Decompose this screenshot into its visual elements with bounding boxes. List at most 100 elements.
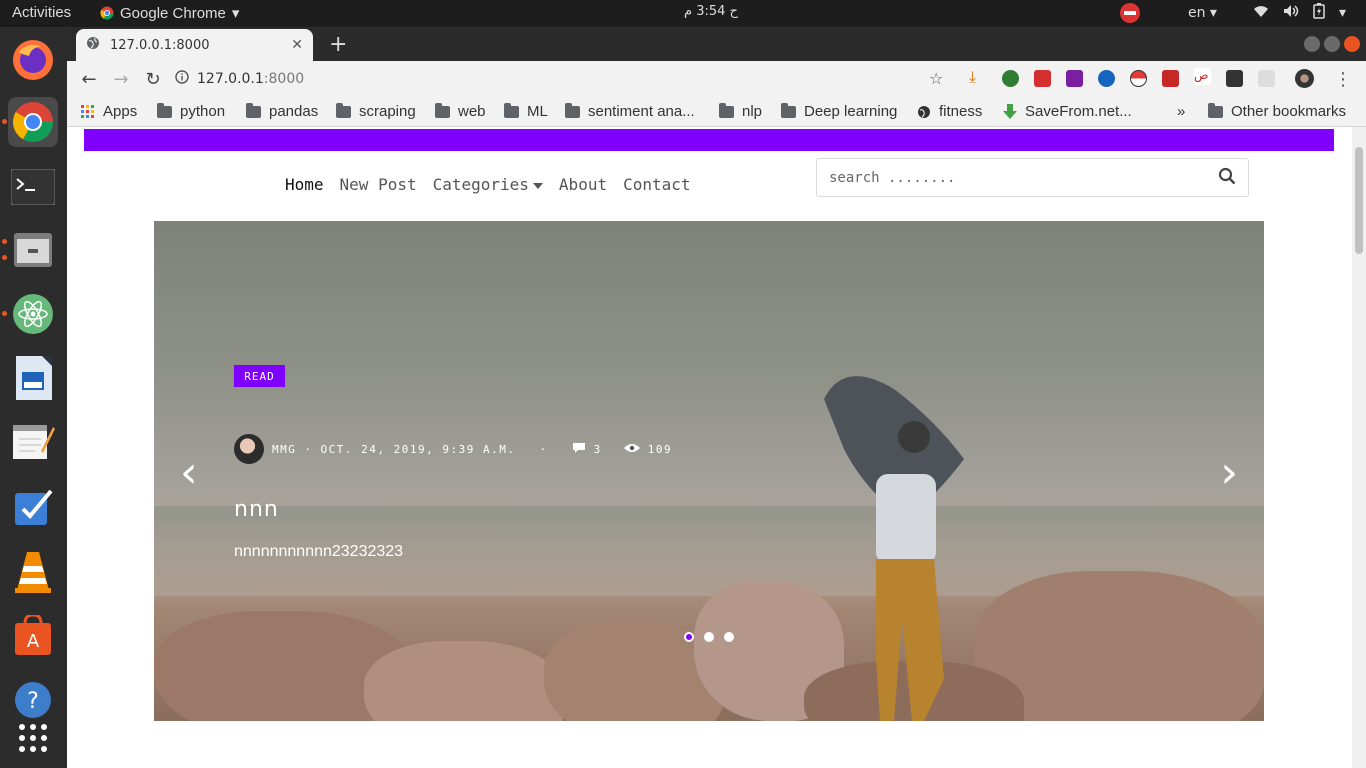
tasks-icon[interactable]: [8, 482, 58, 532]
post-date: OCT. 24, 2019, 9:39 A.M.: [320, 442, 516, 456]
volume-icon[interactable]: [1283, 4, 1299, 22]
color-picker-extension-icon[interactable]: [1066, 70, 1083, 87]
folder-icon: [565, 102, 580, 118]
nav-new-post[interactable]: New Post: [340, 175, 417, 194]
bookmark-folder-pandas[interactable]: pandas: [246, 102, 318, 120]
bookmark-folder-other[interactable]: Other bookmarks: [1208, 102, 1347, 120]
top-accent-bar: [84, 129, 1334, 151]
read-badge[interactable]: READ: [234, 365, 285, 387]
person-photo: [824, 376, 964, 721]
download-extension-icon[interactable]: ⤓: [969, 67, 986, 86]
search-icon[interactable]: [1218, 167, 1236, 189]
close-window-button[interactable]: [1344, 36, 1360, 52]
clock[interactable]: ح 3:54 م: [684, 4, 738, 19]
bookmark-label: Other bookmarks: [1231, 103, 1347, 120]
bookmark-label: ML: [527, 103, 548, 120]
chrome-menu-icon[interactable]: ⋮: [1334, 69, 1352, 90]
page-scrollbar[interactable]: [1352, 127, 1366, 768]
carousel-dot[interactable]: [724, 632, 734, 642]
scrollbar-thumb[interactable]: [1355, 147, 1363, 254]
carousel-prev-icon[interactable]: ‹: [180, 451, 198, 495]
browser-tab[interactable]: 127.0.0.1:8000 ✕: [76, 29, 313, 61]
battery-icon[interactable]: [1313, 3, 1325, 23]
blue-extension-icon[interactable]: [1098, 70, 1115, 87]
bookmark-label: »: [1177, 103, 1186, 120]
new-tab-button[interactable]: +: [329, 32, 347, 57]
files-icon[interactable]: [2, 225, 58, 275]
bookmark-fitness[interactable]: fitness: [917, 103, 982, 120]
bookmark-label: Apps: [103, 103, 138, 120]
vlc-icon[interactable]: [8, 547, 58, 597]
back-button[interactable]: ←: [73, 69, 105, 90]
bookmark-savefrom[interactable]: SaveFrom.net...: [1003, 103, 1132, 120]
globe-icon: [918, 105, 930, 118]
search-input[interactable]: search ........: [816, 158, 1249, 197]
folder-icon: [719, 102, 734, 118]
wifi-icon[interactable]: [1253, 4, 1269, 22]
nav-about[interactable]: About: [559, 175, 607, 194]
system-menu-chevron-icon[interactable]: ▾: [1339, 5, 1346, 21]
close-tab-icon[interactable]: ✕: [291, 37, 303, 53]
bookmark-folder-scraping[interactable]: scraping: [336, 102, 416, 120]
carousel-next-icon[interactable]: ›: [1220, 451, 1238, 495]
chrome-small-icon: [100, 6, 114, 20]
info-icon[interactable]: [175, 70, 189, 88]
software-center-icon[interactable]: A: [8, 611, 58, 661]
hero-carousel: READ MMG · OCT. 24, 2019, 9:39 A.M. · 3 …: [154, 221, 1264, 721]
carousel-dot[interactable]: [704, 632, 714, 642]
do-not-disturb-icon[interactable]: [1119, 3, 1140, 23]
globe-extension-icon[interactable]: [1002, 70, 1019, 87]
app-menu[interactable]: Google Chrome ▾: [100, 4, 239, 22]
language-indicator[interactable]: en ▾: [1188, 5, 1217, 21]
site-nav: Home New Post Categories About Contact: [285, 175, 691, 194]
apps-bookmark[interactable]: Apps: [81, 103, 137, 120]
caret-down-icon: [532, 182, 543, 189]
reload-button[interactable]: ↻: [137, 69, 169, 90]
profile-avatar[interactable]: [1295, 69, 1314, 88]
firefox-icon[interactable]: [8, 35, 58, 85]
comment-icon: [572, 442, 586, 457]
green-download-icon: [1003, 103, 1017, 119]
minimize-button[interactable]: [1304, 36, 1320, 52]
bookmark-folder-web[interactable]: web: [435, 102, 486, 120]
chrome-icon[interactable]: [2, 97, 58, 147]
eye-icon: [623, 443, 640, 456]
author-name[interactable]: MMG: [272, 443, 296, 456]
grid-extension-icon[interactable]: [1258, 70, 1275, 87]
bookmark-folder-python[interactable]: python: [157, 102, 225, 120]
bookmarks-overflow-chevron[interactable]: »: [1177, 103, 1185, 120]
maximize-button[interactable]: [1324, 36, 1340, 52]
pdf-extension-icon[interactable]: [1162, 70, 1179, 87]
web-page: Home New Post Categories About Contact s…: [67, 127, 1366, 768]
address-bar[interactable]: 127.0.0.1:8000: [175, 65, 935, 93]
bookmark-folder-deep-learning[interactable]: Deep learning: [781, 102, 897, 120]
text-editor-icon[interactable]: [8, 417, 58, 467]
apps-grid-small-icon: [81, 104, 94, 118]
bookmark-star-icon[interactable]: ☆: [929, 69, 943, 88]
folder-icon: [157, 102, 172, 118]
arabic-extension-icon[interactable]: ص: [1194, 68, 1211, 85]
apps-grid-icon[interactable]: [8, 713, 58, 763]
atom-icon[interactable]: [2, 289, 58, 339]
nav-contact[interactable]: Contact: [623, 175, 690, 194]
package-extension-icon[interactable]: [1226, 70, 1243, 87]
terminal-icon[interactable]: [8, 162, 58, 212]
folder-icon: [435, 102, 450, 118]
nav-categories[interactable]: Categories: [433, 175, 543, 194]
forward-button[interactable]: →: [105, 69, 137, 90]
pokeball-extension-icon[interactable]: [1130, 70, 1147, 87]
writer-icon[interactable]: [8, 353, 58, 403]
bookmark-folder-sentiment[interactable]: sentiment ana...: [565, 102, 695, 120]
post-title[interactable]: nnn: [234, 497, 279, 522]
bookmark-folder-ml[interactable]: ML: [504, 102, 548, 120]
nav-home[interactable]: Home: [285, 175, 324, 194]
dock: A ?: [0, 27, 67, 768]
media-extension-icon[interactable]: [1034, 70, 1051, 87]
carousel-dot[interactable]: [684, 632, 694, 642]
bookmark-folder-nlp[interactable]: nlp: [719, 102, 762, 120]
activities-button[interactable]: Activities: [12, 4, 71, 21]
post-description: nnnnnnnnnnn23232323: [234, 543, 404, 560]
browser-window: 127.0.0.1:8000 ✕ + ← → ↻ 127.0.0.1:8000 …: [67, 27, 1366, 768]
view-count: 109: [647, 442, 673, 456]
folder-icon: [781, 102, 796, 118]
